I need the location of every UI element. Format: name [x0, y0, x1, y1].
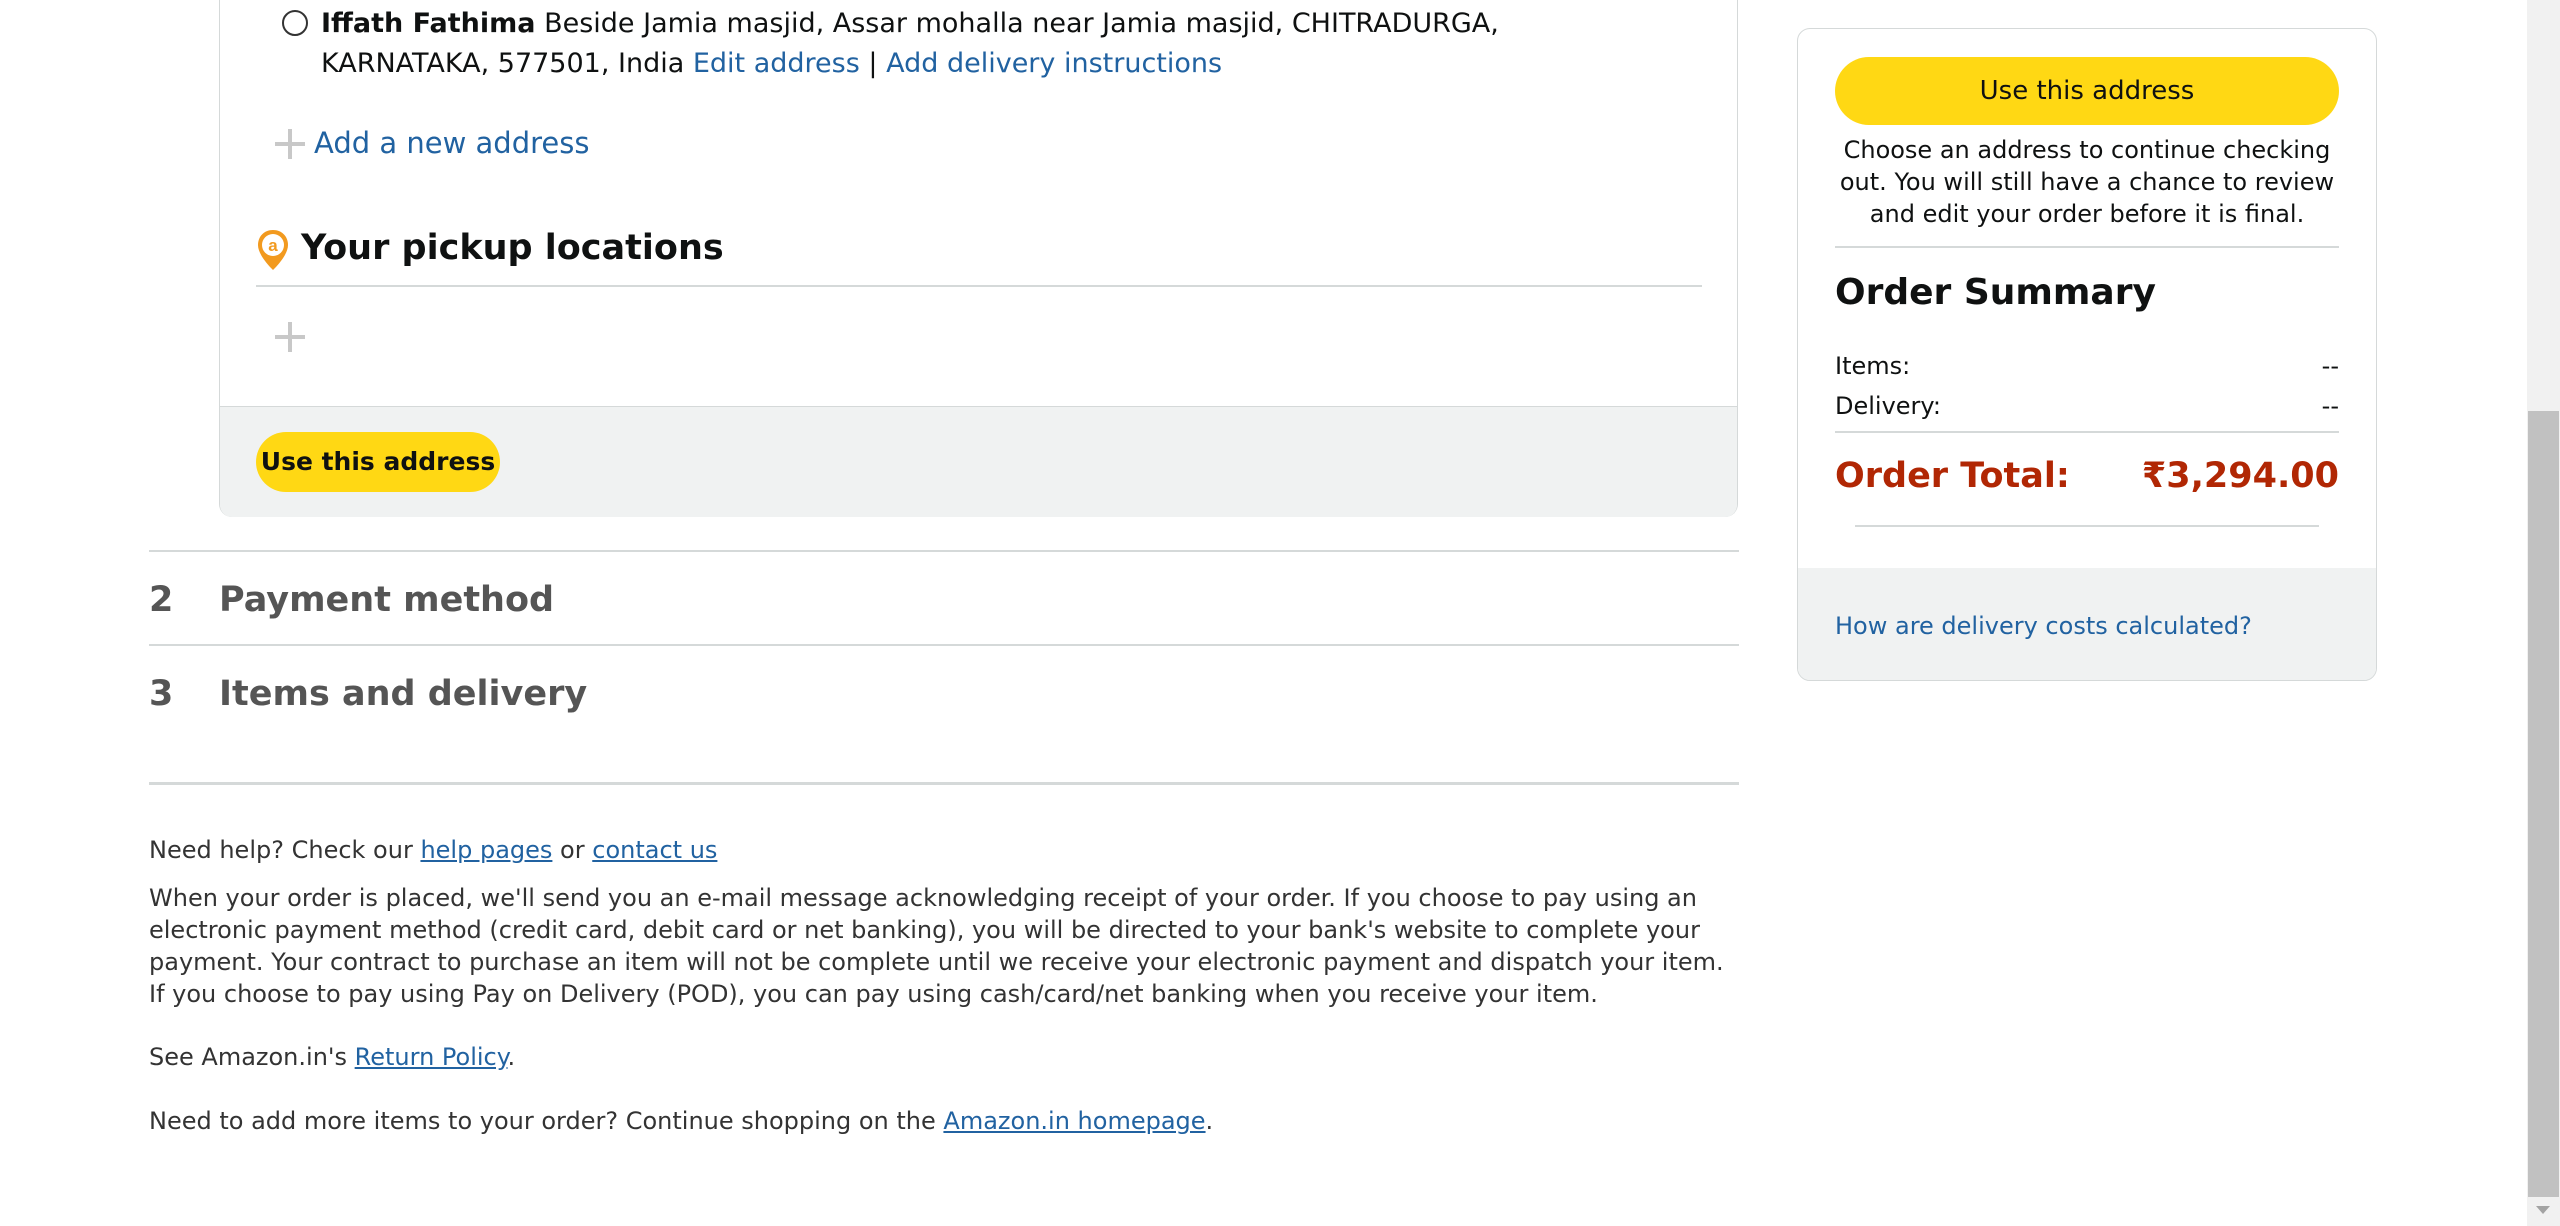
delivery-value: -- [2321, 392, 2339, 420]
delivery-row: Delivery: -- [1835, 392, 2339, 420]
items-label: Items: [1835, 352, 1911, 380]
svg-text:a: a [268, 236, 278, 255]
order-total-row: Order Total: ₹3,294.00 [1835, 456, 2339, 496]
divider [1835, 246, 2339, 248]
order-disclaimer: When your order is placed, we'll send yo… [149, 884, 1724, 1008]
step-items-and-delivery: Items and delivery [219, 674, 588, 714]
address-name: Iffath Fathima [321, 8, 536, 39]
items-row: Items: -- [1835, 352, 2339, 380]
help-or: or [560, 836, 585, 864]
amazon-pin-icon: a [258, 230, 288, 270]
use-this-address-button[interactable]: Use this address [256, 432, 500, 492]
continue-shopping-text: Need to add more items to your order? Co… [149, 1105, 1739, 1137]
pickup-locations-heading: Your pickup locations [301, 228, 724, 268]
return-prefix: See Amazon.in's [149, 1043, 347, 1071]
plus-icon[interactable] [275, 129, 305, 159]
delivery-label: Delivery: [1835, 392, 1941, 420]
delivery-costs-link[interactable]: How are delivery costs calculated? [1835, 612, 2252, 640]
divider [1835, 431, 2339, 433]
items-value: -- [2321, 352, 2339, 380]
address-radio-button[interactable] [282, 10, 308, 36]
divider [256, 285, 1702, 287]
address-entry: Iffath Fathima Beside Jamia masjid, Assa… [321, 4, 1621, 84]
divider [1855, 525, 2319, 527]
divider [149, 550, 1739, 552]
add-new-address-link[interactable]: Add a new address [314, 126, 589, 160]
plus-icon[interactable] [275, 322, 305, 352]
amazon-homepage-link[interactable]: Amazon.in homepage [943, 1107, 1205, 1135]
shop-suffix: . [1205, 1107, 1214, 1135]
link-separator: | [868, 48, 878, 79]
choose-address-note: Choose an address to continue checking o… [1839, 136, 2335, 228]
divider [149, 644, 1739, 646]
scrollbar-thumb[interactable] [2528, 411, 2559, 1197]
scroll-down-arrow-icon[interactable] [2536, 1206, 2550, 1214]
contact-us-link[interactable]: contact us [592, 836, 717, 864]
return-suffix: . [507, 1043, 516, 1071]
shop-prefix: Need to add more items to your order? Co… [149, 1107, 936, 1135]
edit-address-link[interactable]: Edit address [693, 48, 860, 79]
use-this-address-button[interactable]: Use this address [1835, 57, 2339, 125]
help-text: Need help? Check our help pages or conta… [149, 834, 1739, 866]
help-prefix: Need help? Check our [149, 836, 413, 864]
order-total-value: ₹3,294.00 [2141, 456, 2339, 496]
step-payment-method: Payment method [219, 580, 555, 620]
order-total-label: Order Total: [1835, 456, 2070, 496]
divider [149, 782, 1739, 785]
return-policy-link[interactable]: Return Policy [355, 1043, 508, 1071]
return-policy-text: See Amazon.in's Return Policy. [149, 1041, 1739, 1073]
step-number-items: 3 [149, 674, 174, 714]
help-pages-link[interactable]: help pages [420, 836, 552, 864]
step-number-payment: 2 [149, 580, 174, 620]
add-delivery-instructions-link[interactable]: Add delivery instructions [886, 48, 1222, 79]
order-summary-title: Order Summary [1835, 272, 2156, 313]
